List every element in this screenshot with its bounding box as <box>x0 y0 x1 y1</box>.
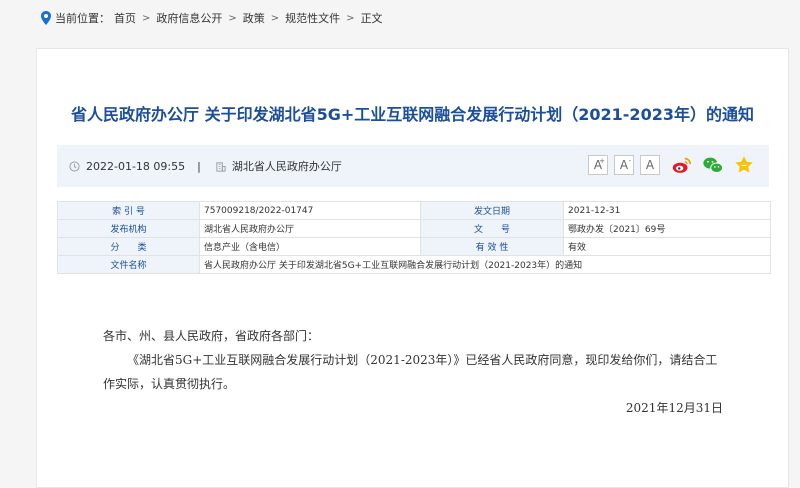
table-row: 分 类 信息产业（含电信） 有 效 性 有效 <box>57 237 771 256</box>
publisher: 湖北省人民政府办公厅 <box>231 160 342 173</box>
file-name-label: 文件名称 <box>57 255 200 274</box>
meta-bar: 2022-01-18 09:55 | 湖北省人民政府办公厅 A + A- A <box>57 145 769 187</box>
table-row: 文件名称 省人民政府办公厅 关于印发湖北省5G+工业互联网融合发展行动计划（20… <box>57 255 771 274</box>
weibo-icon[interactable] <box>671 154 693 176</box>
breadcrumb-policy[interactable]: 政策 <box>243 10 265 26</box>
breadcrumb-normative-docs[interactable]: 规范性文件 <box>285 10 340 26</box>
chevron-right-icon: > <box>270 12 280 24</box>
meta-separator: | <box>197 159 201 173</box>
wechat-icon[interactable] <box>702 154 724 176</box>
table-row: 发布机构 湖北省人民政府办公厅 文 号 鄂政办发〔2021〕69号 <box>57 219 771 238</box>
issuer-label: 发布机构 <box>57 219 200 238</box>
breadcrumb-current: 正文 <box>360 12 383 25</box>
publish-datetime: 2022-01-18 09:55 <box>86 159 186 173</box>
doc-number-value: 鄂政办发〔2021〕69号 <box>563 219 771 238</box>
font-decrease-button[interactable]: A- <box>614 155 634 175</box>
breadcrumb: 当前位置： 首页 > 政府信息公开 > 政策 > 规范性文件 > 正文 <box>40 8 383 28</box>
chevron-right-icon: > <box>142 12 151 24</box>
document-info-table: 索 引 号 757009218/2022-01747 发文日期 2021-12-… <box>57 201 771 274</box>
page-title: 省人民政府办公厅 关于印发湖北省5G+工业互联网融合发展行动计划（2021-20… <box>71 105 754 124</box>
doc-number-label: 文 号 <box>420 219 564 238</box>
article-card: 省人民政府办公厅 关于印发湖北省5G+工业互联网融合发展行动计划（2021-20… <box>36 48 789 488</box>
font-reset-button[interactable]: A <box>640 155 660 175</box>
validity-value: 有效 <box>563 237 771 256</box>
file-name-value: 省人民政府办公厅 关于印发湖北省5G+工业互联网融合发展行动计划（2021-20… <box>199 255 771 274</box>
location-pin-icon <box>41 11 51 25</box>
breadcrumb-lead: 当前位置： <box>55 12 110 25</box>
font-increase-button[interactable]: A + <box>588 155 608 175</box>
greeting: 各市、州、县人民政府，省政府各部门： <box>103 329 320 343</box>
favorite-star-icon[interactable] <box>733 154 755 176</box>
index-number-label: 索 引 号 <box>57 201 200 220</box>
breadcrumb-home[interactable]: 首页 <box>114 10 136 26</box>
breadcrumb-gov-info[interactable]: 政府信息公开 <box>156 10 222 26</box>
category-label: 分 类 <box>57 237 200 256</box>
issue-date-label: 发文日期 <box>420 201 564 220</box>
table-row: 索 引 号 757009218/2022-01747 发文日期 2021-12-… <box>57 201 771 220</box>
article-body: 各市、州、县人民政府，省政府各部门： 《湖北省5G+工业互联网融合发展行动计划（… <box>103 324 723 420</box>
chevron-right-icon: > <box>346 12 355 24</box>
signature-date: 2021年12月31日 <box>625 401 723 415</box>
issuer-value: 湖北省人民政府办公厅 <box>199 219 421 238</box>
clock-icon <box>69 160 80 172</box>
issue-date-value: 2021-12-31 <box>563 201 771 220</box>
building-icon <box>216 161 226 172</box>
share-bar <box>671 154 755 176</box>
font-size-controls: A + A- A <box>588 155 660 175</box>
chevron-right-icon: > <box>228 12 237 24</box>
validity-label: 有 效 性 <box>420 237 564 256</box>
category-value: 信息产业（含电信） <box>199 237 421 256</box>
index-number-value: 757009218/2022-01747 <box>199 201 421 220</box>
body-paragraph: 《湖北省5G+工业互联网融合发展行动计划（2021-2023年）》已经省人民政府… <box>103 353 718 391</box>
